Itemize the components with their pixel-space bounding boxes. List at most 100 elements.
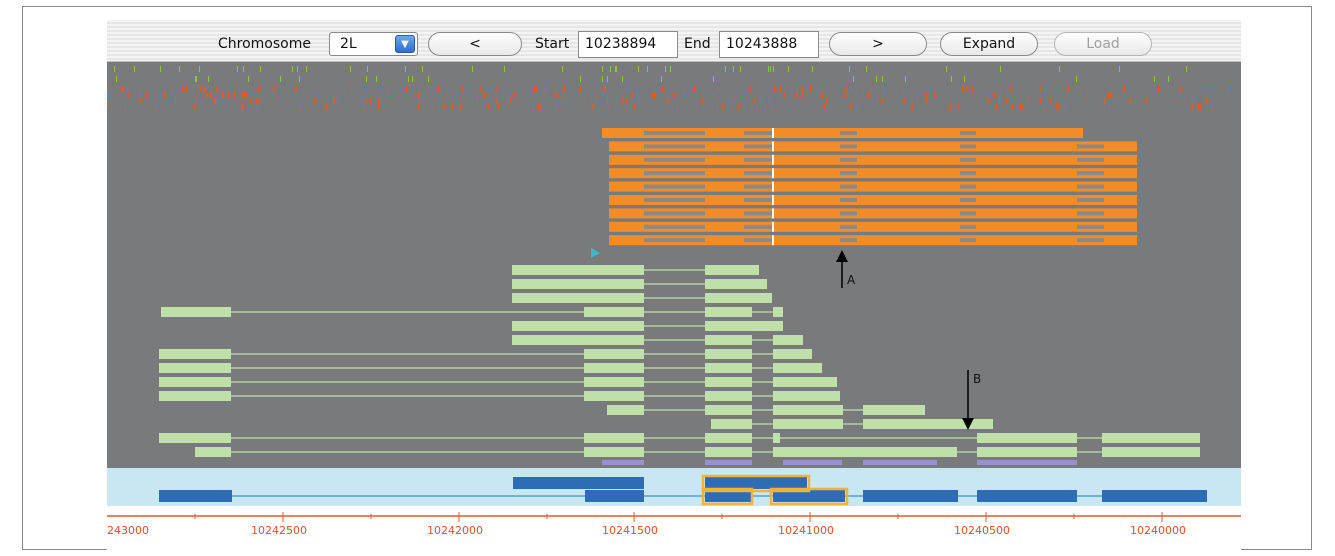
next-button[interactable]: >: [829, 32, 927, 56]
mismatch-tick-green: [602, 66, 603, 72]
load-button[interactable]: Load: [1054, 32, 1152, 56]
mismatch-tick-red: [1109, 104, 1110, 110]
mismatch-tick-red: [210, 92, 211, 98]
mismatch-tick-red: [632, 92, 633, 98]
mismatch-tick-red: [988, 98, 989, 104]
mismatch-tick-red: [139, 92, 140, 98]
exon-block: [512, 321, 644, 331]
mismatch-tick-red: [629, 86, 630, 92]
mismatch-tick-red: [1050, 98, 1051, 104]
mismatch-tick-red: [378, 98, 379, 104]
track-svg: A B: [107, 66, 1228, 465]
mismatch-tick-red: [771, 104, 772, 110]
read-gap: [744, 157, 772, 162]
mismatch-tick-green: [504, 66, 505, 72]
read-mismatch: [772, 141, 774, 152]
mismatch-tick-red: [165, 92, 166, 98]
mismatch-tick-green: [237, 66, 238, 72]
mismatch-tick-red: [107, 92, 108, 98]
mismatch-tick-green: [350, 66, 351, 72]
mismatch-tick-red: [846, 86, 847, 92]
read-mismatch: [772, 195, 774, 205]
exon-block: [159, 363, 231, 373]
read-gap: [960, 144, 976, 149]
mismatch-tick-red: [228, 92, 229, 98]
mismatch-tick-green: [670, 66, 671, 72]
mismatch-tick-red: [1043, 104, 1044, 110]
mismatch-tick-red: [547, 86, 548, 92]
mismatch-tick-red: [244, 92, 245, 98]
axis-tick-label: 10240000: [1130, 524, 1186, 537]
mismatch-tick-red: [950, 104, 951, 110]
mismatch-tick-red: [1206, 98, 1207, 104]
mismatch-tick-red: [246, 92, 247, 98]
mismatch-tick-red: [717, 104, 718, 110]
start-label: Start: [535, 36, 570, 52]
mismatch-tick-red: [409, 92, 410, 98]
read-gap: [744, 184, 772, 189]
end-input[interactable]: 10243888: [719, 31, 819, 58]
mismatch-tick-red: [207, 92, 208, 98]
read-gap: [744, 224, 772, 229]
mismatch-tick-red: [738, 104, 739, 110]
read-gap: [644, 171, 705, 176]
mismatch-tick-red: [607, 98, 608, 104]
mismatch-tick-red: [477, 98, 478, 104]
track-panel[interactable]: A B: [107, 62, 1241, 468]
read-gap: [840, 238, 857, 243]
axis-svg: 243000 10242500 10242000 10241500 10241000 10…: [107, 512, 1241, 537]
mismatch-tick-red: [844, 92, 845, 98]
mismatch-tick-red: [1020, 104, 1021, 110]
read-mismatch: [772, 168, 774, 179]
mismatch-tick-red: [444, 104, 445, 110]
mismatch-tick-red: [761, 98, 762, 104]
read-gap: [1077, 144, 1104, 149]
chevron-down-icon[interactable]: ▼: [395, 35, 415, 53]
mismatch-tick-red: [1058, 104, 1059, 110]
read-gap: [1077, 211, 1104, 216]
mismatch-tick-red: [1022, 104, 1023, 110]
mismatch-tick-red: [626, 98, 627, 104]
mismatch-tick-red: [125, 104, 126, 110]
mismatch-tick-red: [257, 104, 258, 110]
gene-model-panel[interactable]: [107, 468, 1241, 506]
mismatch-tick-red: [999, 98, 1000, 104]
mismatch-tick-red: [459, 104, 460, 110]
marker-a-label: A: [847, 273, 856, 287]
read-gap: [744, 211, 772, 216]
mismatch-tick-red: [381, 86, 382, 92]
mismatch-tick-green: [951, 76, 952, 82]
mismatch-tick-red: [561, 98, 562, 104]
start-input[interactable]: 10238894: [578, 31, 678, 58]
expand-button[interactable]: Expand: [940, 32, 1038, 56]
mismatch-tick-red: [1158, 86, 1159, 92]
mismatch-tick-green: [733, 66, 734, 72]
mismatch-tick-red: [175, 98, 176, 104]
exon-block: [711, 419, 752, 429]
mismatch-tick-red: [1130, 98, 1131, 104]
mismatch-tick-red: [871, 86, 872, 92]
mismatch-tick-red: [507, 98, 508, 104]
mismatch-tick-red: [627, 104, 628, 110]
previous-button[interactable]: <: [428, 32, 522, 56]
coverage-track: [602, 460, 1077, 465]
exon-block: [773, 433, 780, 443]
mismatch-tick-red: [241, 104, 242, 110]
mismatch-tick-red: [363, 98, 364, 104]
mismatch-tick-green: [788, 66, 789, 72]
mismatch-tick-red: [722, 104, 723, 110]
exon-block: [705, 293, 772, 303]
mismatch-tick-red: [111, 104, 112, 110]
chromosome-select[interactable]: 2L ▼: [329, 32, 418, 56]
mismatch-tick-red: [439, 104, 440, 110]
mismatch-tick-red: [603, 92, 604, 98]
mismatch-tick-green: [607, 76, 608, 82]
mismatch-tick-green: [876, 76, 877, 82]
mismatch-tick-red: [217, 98, 218, 104]
mismatch-tick-red: [694, 86, 695, 92]
mismatch-tick-red: [540, 104, 541, 110]
mismatch-tick-red: [774, 86, 775, 92]
read-gap: [1077, 184, 1104, 189]
read-gap: [644, 131, 705, 135]
mismatch-tick-red: [480, 86, 481, 92]
